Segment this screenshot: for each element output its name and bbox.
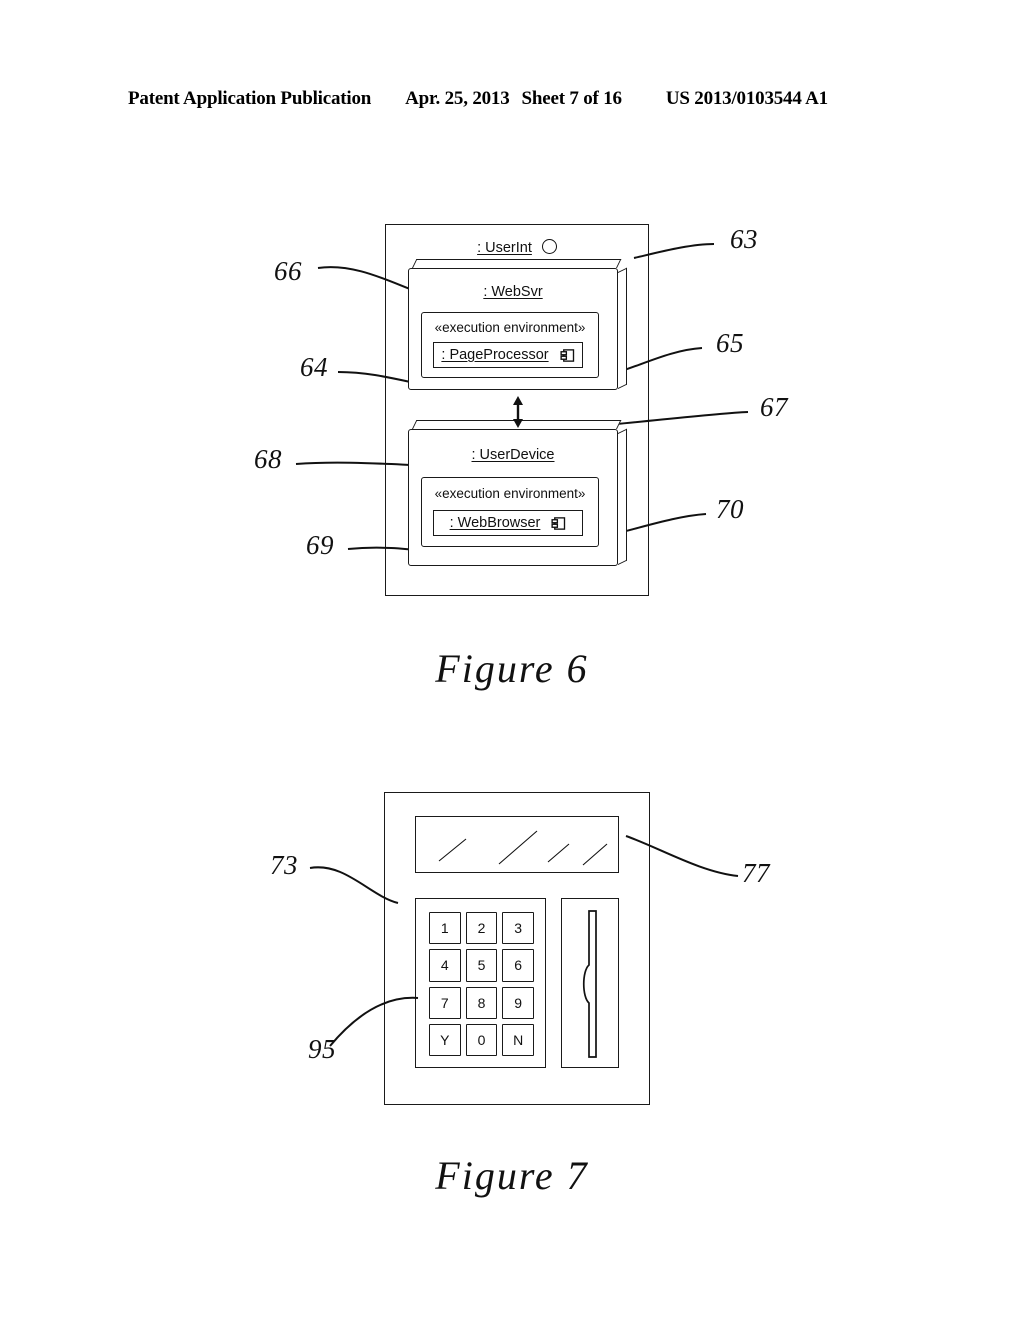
display-screen xyxy=(415,816,619,873)
userdevice-node: : UserDevice «execution environment» : W… xyxy=(408,420,627,566)
key-4[interactable]: 4 xyxy=(429,949,461,982)
ref-numeral-64: 64 xyxy=(300,352,328,382)
ref-numeral-95: 95 xyxy=(308,1034,336,1064)
websvr-node: : WebSvr «execution environment» : PageP… xyxy=(408,259,627,390)
key-2[interactable]: 2 xyxy=(465,912,498,945)
userdevice-node-label: : UserDevice xyxy=(408,447,618,463)
websvr-label-text: : WebSvr xyxy=(483,284,543,300)
uml-component-icon xyxy=(560,348,574,362)
ref-numeral-70: 70 xyxy=(716,494,744,524)
webbrowser-label: : WebBrowser xyxy=(449,515,541,531)
userdevice-execution-environment-node: «execution environment» : WebBrowser xyxy=(421,468,608,547)
communication-path-double-arrow xyxy=(513,396,523,428)
figure-6: : UserInt : WebSvr «execution environmen… xyxy=(0,0,1024,1320)
userint-node-label: : UserInt xyxy=(386,239,648,256)
ref-numeral-73: 73 xyxy=(270,850,298,880)
webbrowser-artifact: : WebBrowser xyxy=(433,510,583,536)
key-8[interactable]: 8 xyxy=(465,986,498,1019)
ref-numeral-69: 69 xyxy=(306,530,334,560)
websvr-node-depth-right xyxy=(618,267,627,389)
websvr-exec-stereotype: «execution environment» xyxy=(434,320,586,335)
pageprocessor-label: : PageProcessor xyxy=(441,347,549,363)
key-9[interactable]: 9 xyxy=(502,986,534,1019)
key-1[interactable]: 1 xyxy=(429,912,461,945)
uml-component-icon xyxy=(551,516,566,530)
keypad-panel: 1 2 3 4 5 6 7 8 9 Y 0 N xyxy=(415,898,546,1068)
card-slot-notch-icon[interactable] xyxy=(562,899,620,1069)
key-5[interactable]: 5 xyxy=(465,949,498,982)
display-reflection-lines xyxy=(438,830,608,866)
userint-label-text: : UserInt xyxy=(477,240,532,256)
figure-6-caption: Figure 6 xyxy=(435,646,589,691)
pageprocessor-artifact: : PageProcessor xyxy=(433,342,583,368)
ref-numeral-67: 67 xyxy=(760,392,788,422)
ref-numeral-68: 68 xyxy=(254,444,282,474)
figure-7-caption: Figure 7 xyxy=(435,1153,589,1198)
websvr-execution-environment-node: «execution environment» : PageProcessor xyxy=(421,303,608,378)
keypad-grid: 1 2 3 4 5 6 7 8 9 Y 0 N xyxy=(429,912,534,1056)
key-6[interactable]: 6 xyxy=(502,949,534,982)
key-no[interactable]: N xyxy=(502,1023,534,1056)
provided-interface-circle-icon xyxy=(541,239,557,254)
ref-numeral-63: 63 xyxy=(730,224,758,254)
websvr-node-depth-top xyxy=(412,259,622,268)
websvr-node-label: : WebSvr xyxy=(408,284,618,300)
key-7[interactable]: 7 xyxy=(429,986,461,1019)
ref-numeral-77: 77 xyxy=(742,858,770,888)
key-3[interactable]: 3 xyxy=(502,912,534,945)
terminal-device-housing: 1 2 3 4 5 6 7 8 9 Y 0 N xyxy=(384,792,650,1105)
ref-numeral-65: 65 xyxy=(716,328,744,358)
userdevice-label-text: : UserDevice xyxy=(471,447,555,463)
ref-numeral-66: 66 xyxy=(274,256,302,286)
userdevice-node-depth-right xyxy=(618,428,627,565)
userdevice-exec-stereotype: «execution environment» xyxy=(434,486,586,501)
key-0[interactable]: 0 xyxy=(465,1023,498,1056)
key-yes[interactable]: Y xyxy=(429,1023,461,1056)
card-slot-panel xyxy=(561,898,619,1068)
